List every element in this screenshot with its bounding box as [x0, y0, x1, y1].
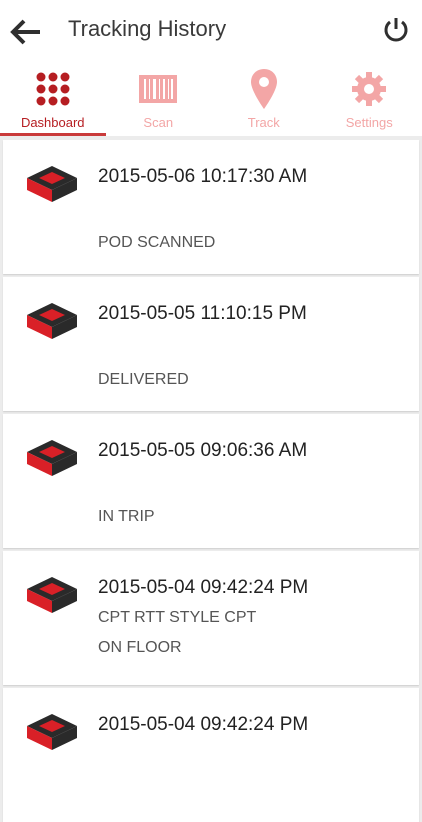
entry-status: CPT RTT STYLE CPT ON FLOOR — [98, 603, 256, 663]
entry-datetime: 2015-05-06 10:17:30 AM — [98, 166, 307, 188]
tab-track[interactable]: Track — [211, 64, 317, 136]
history-entry[interactable]: 2015-05-04 09:42:24 PM CPT RTT STYLE CPT… — [3, 551, 419, 685]
entry-status: DELIVERED — [98, 365, 189, 395]
tab-label-settings: Settings — [346, 115, 393, 130]
company-logo-icon — [25, 438, 79, 478]
entry-status: IN TRIP — [98, 502, 155, 532]
history-entry[interactable]: 2015-05-05 09:06:36 AM IN TRIP — [3, 414, 419, 548]
tab-scan[interactable]: Scan — [106, 64, 212, 136]
tab-label-scan: Scan — [143, 115, 173, 130]
company-logo-icon — [25, 301, 79, 341]
tracking-history-list: 2015-05-06 10:17:30 AM POD SCANNED 2015-… — [0, 136, 422, 822]
power-icon[interactable] — [382, 16, 410, 44]
tab-bar: Dashboard Scan — [0, 64, 422, 136]
entry-datetime: 2015-05-04 09:42:24 PM — [98, 577, 308, 599]
tab-settings[interactable]: Settings — [317, 64, 422, 136]
history-entry[interactable]: 2015-05-05 11:10:15 PM DELIVERED — [3, 277, 419, 411]
app-header: Tracking History — [0, 0, 422, 64]
location-pin-icon — [251, 69, 277, 109]
tab-label-track: Track — [248, 115, 280, 130]
company-logo-icon — [25, 164, 79, 204]
back-arrow-icon[interactable] — [10, 18, 42, 46]
history-entry[interactable]: 2015-05-04 09:42:24 PM — [3, 688, 419, 822]
grid-dots-icon — [35, 69, 71, 109]
tab-label-dashboard: Dashboard — [21, 115, 85, 130]
page-title: Tracking History — [68, 16, 226, 42]
entry-status: POD SCANNED — [98, 228, 215, 258]
tab-dashboard[interactable]: Dashboard — [0, 64, 106, 136]
entry-datetime: 2015-05-04 09:42:24 PM — [98, 714, 308, 736]
history-entry[interactable]: 2015-05-06 10:17:30 AM POD SCANNED — [3, 140, 419, 274]
gear-icon — [351, 69, 387, 109]
entry-status-line: ON FLOOR — [98, 633, 256, 663]
entry-datetime: 2015-05-05 11:10:15 PM — [98, 303, 307, 325]
company-logo-icon — [25, 575, 79, 615]
entry-status-line: CPT RTT STYLE CPT — [98, 603, 256, 633]
barcode-icon — [139, 69, 177, 109]
company-logo-icon — [25, 712, 79, 752]
entry-datetime: 2015-05-05 09:06:36 AM — [98, 440, 307, 462]
